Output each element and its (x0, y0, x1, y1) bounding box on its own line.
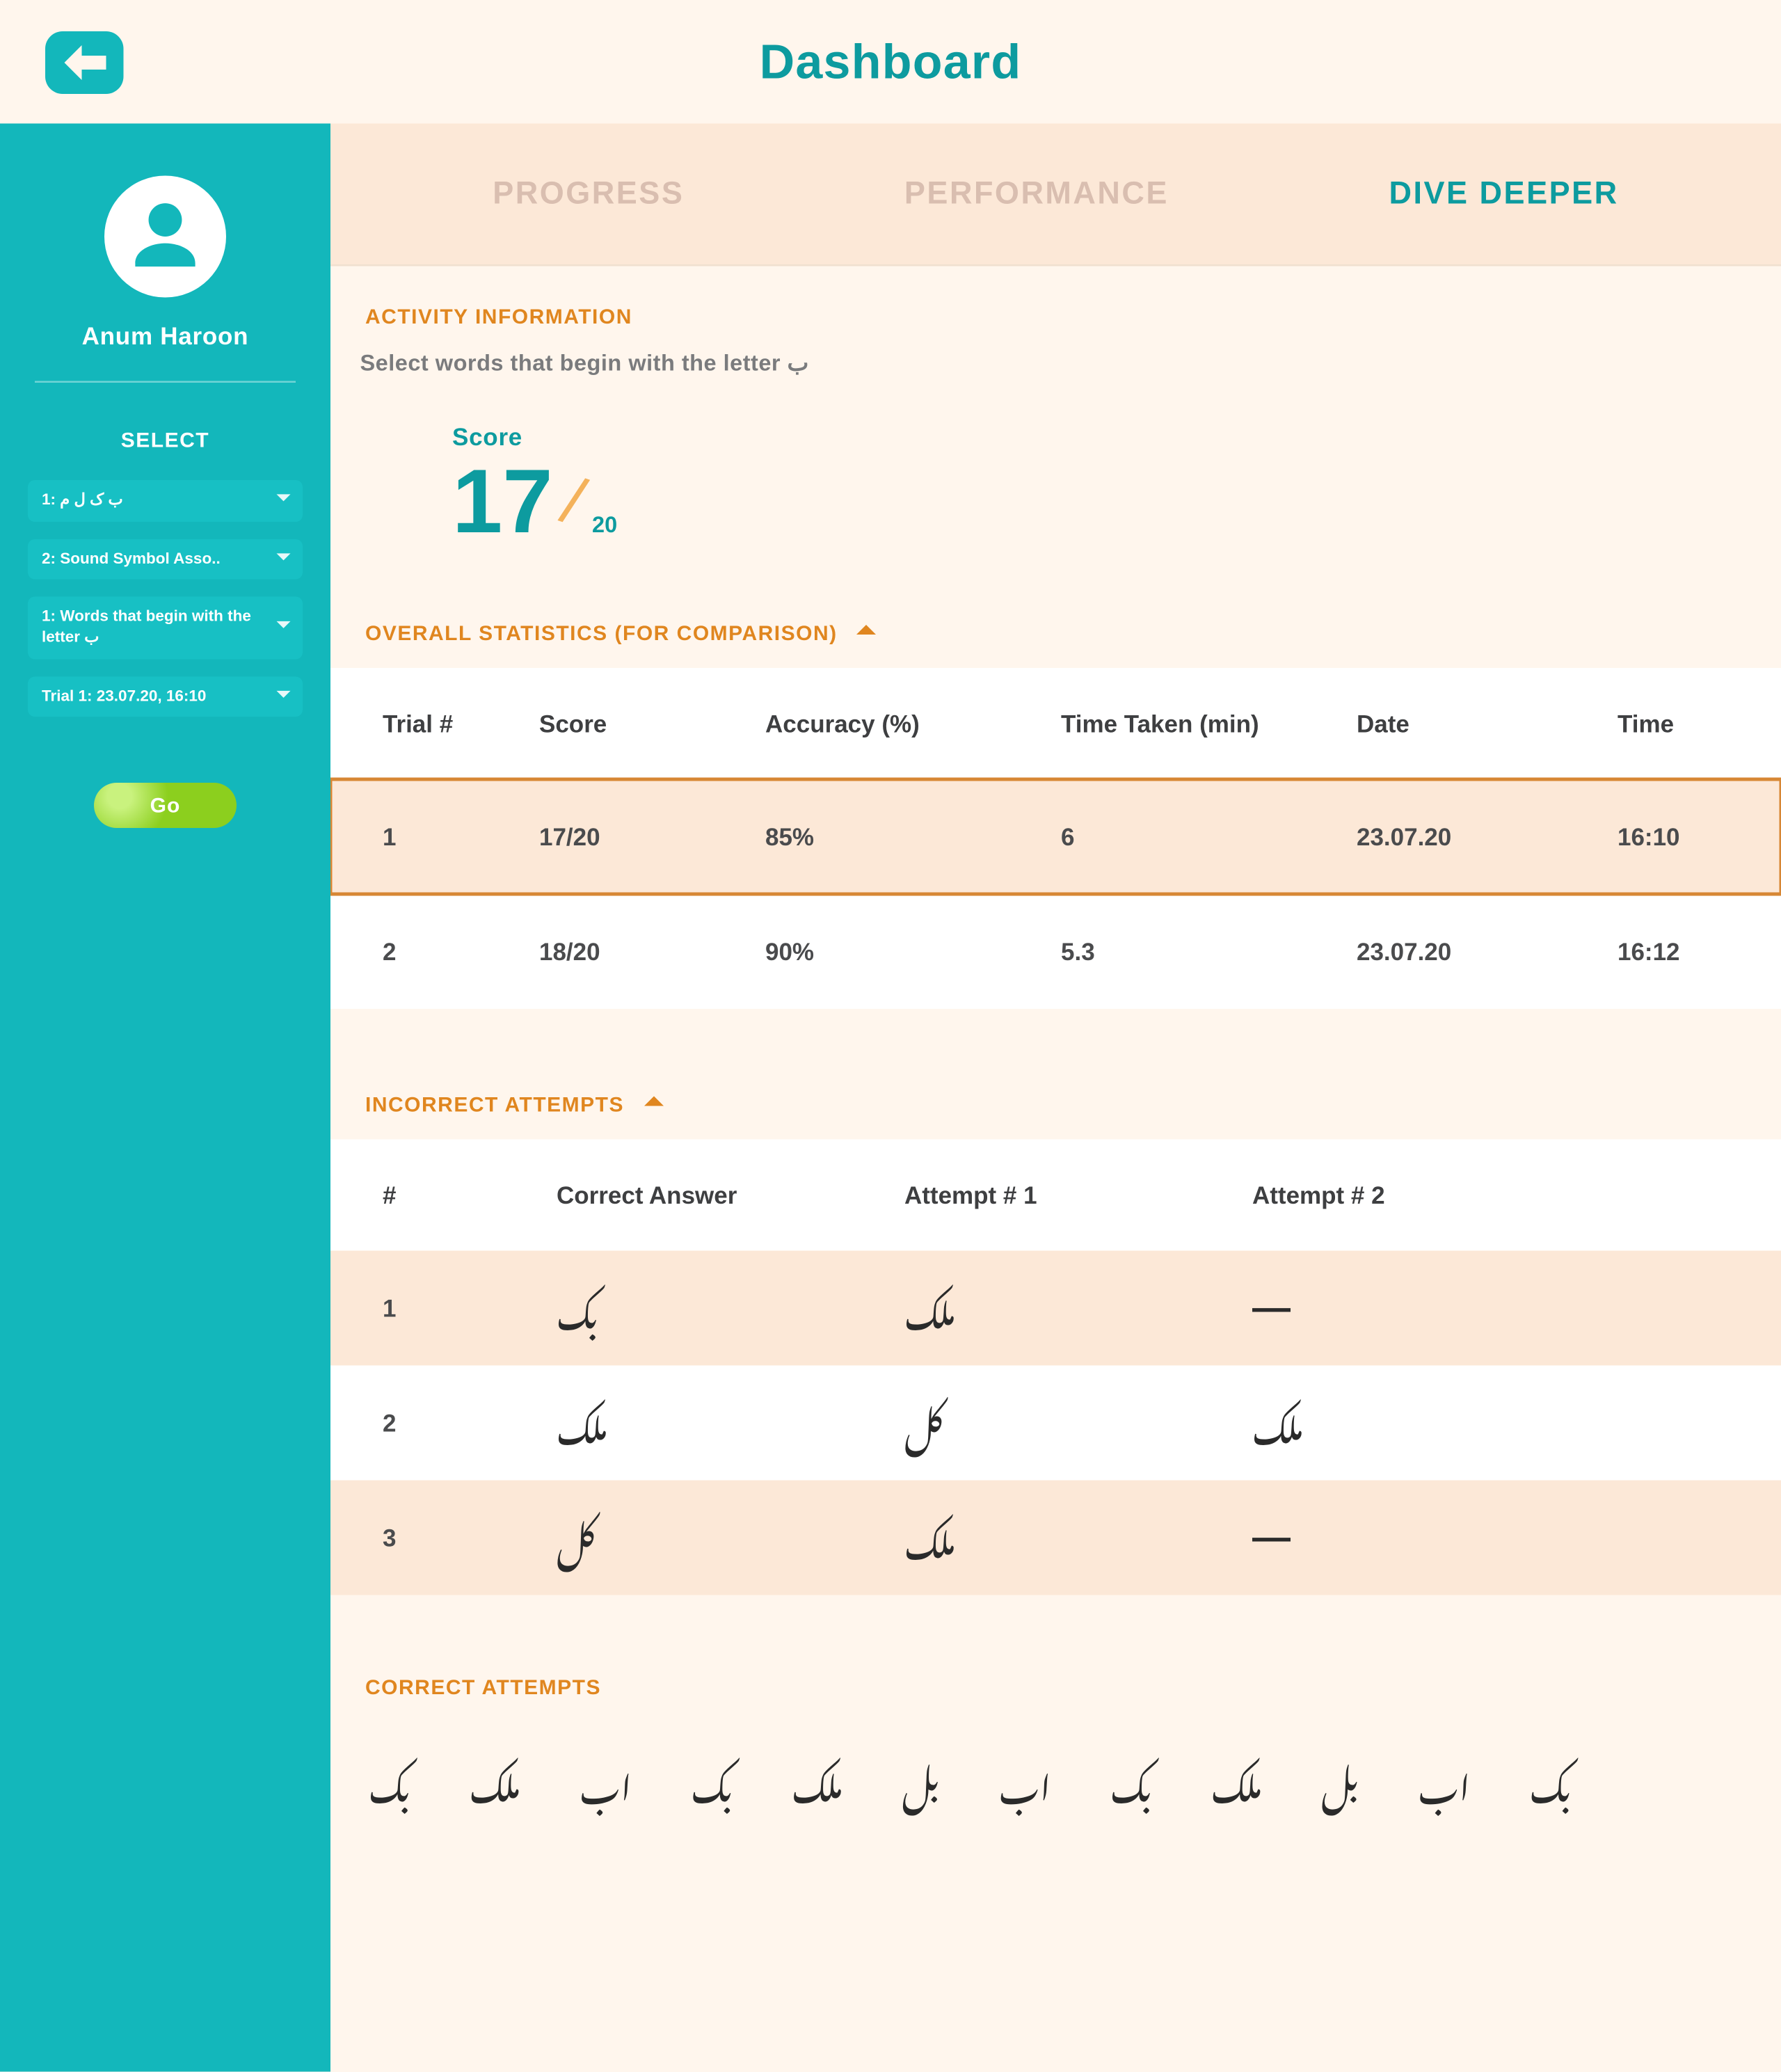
correct-word: بل (1321, 1738, 1359, 1825)
dropdown-trial-label: Trial 1: 23.07.20, 16:10 (42, 687, 206, 704)
cell: 5.3 (1061, 938, 1357, 966)
sidebar: Anum Haroon SELECT 1: ب ک ل م 2: Sound S… (0, 124, 330, 2072)
stats-row[interactable]: 1 17/20 85% 6 23.07.20 16:10 (330, 779, 1781, 894)
page-title: Dashboard (760, 34, 1022, 90)
cell: — (1252, 1515, 1600, 1561)
dropdown-level-label: 1: ب ک ل م (42, 491, 123, 508)
col-time-taken: Time Taken (min) (1061, 710, 1357, 738)
dropdown-activity-type[interactable]: 2: Sound Symbol Asso.. (28, 539, 303, 580)
correct-word: اب (1418, 1738, 1470, 1825)
col-date: Date (1357, 710, 1618, 738)
incorrect-row: 1 بک ملک — (330, 1251, 1781, 1366)
cell: 17/20 (539, 823, 765, 851)
incorrect-row: 3 کل ملک — (330, 1481, 1781, 1595)
chevron-down-icon (275, 548, 292, 571)
dropdown-activity-label: 1: Words that begin with the letter ب (42, 607, 251, 645)
tab-progress[interactable]: PROGRESS (493, 176, 684, 213)
col-n: # (383, 1181, 557, 1209)
correct-word: بک (691, 1738, 733, 1825)
cell: ملک (1252, 1380, 1600, 1467)
chevron-up-icon (855, 618, 879, 648)
cell: کل (904, 1380, 1252, 1467)
correct-word: بک (369, 1738, 410, 1825)
correct-word: بل (902, 1738, 940, 1825)
stats-table: Trial # Score Accuracy (%) Time Taken (m… (330, 668, 1781, 1009)
correct-word: اب (580, 1738, 632, 1825)
cell: 85% (765, 823, 1061, 851)
chevron-down-icon (275, 489, 292, 513)
correct-word: ملک (1211, 1738, 1262, 1825)
cell: 1 (383, 1294, 557, 1322)
chevron-down-icon (275, 685, 292, 708)
col-accuracy: Accuracy (%) (765, 710, 1061, 738)
incorrect-row: 2 ملک کل ملک (330, 1366, 1781, 1481)
score-label: Score (452, 423, 1781, 451)
main-content: PROGRESS PERFORMANCE DIVE DEEPER ACTIVIT… (330, 124, 1781, 2072)
sidebar-divider (35, 381, 296, 383)
dropdown-activity[interactable]: 1: Words that begin with the letter ب (28, 597, 303, 658)
correct-words-row: بک ملک اب بک ملک بل اب بک ملک بل اب بک (330, 1721, 1781, 1825)
chevron-up-icon (641, 1089, 666, 1119)
dropdown-trial[interactable]: Trial 1: 23.07.20, 16:10 (28, 676, 303, 717)
score-total: 20 (592, 511, 617, 538)
tab-performance[interactable]: PERFORMANCE (904, 176, 1169, 213)
section-stats-title[interactable]: OVERALL STATISTICS (FOR COMPARISON) (330, 618, 1781, 648)
correct-word: اب (999, 1738, 1051, 1825)
cell: ملک (904, 1495, 1252, 1581)
dropdown-level[interactable]: 1: ب ک ل م (28, 480, 303, 521)
cell: کل (557, 1495, 904, 1581)
cell: 6 (1061, 823, 1357, 851)
correct-word: بک (1530, 1738, 1572, 1825)
cell: — (1252, 1286, 1600, 1331)
score-value: 17 (452, 458, 553, 548)
cell: ملک (904, 1265, 1252, 1352)
section-incorrect-title[interactable]: INCORRECT ATTEMPTS (330, 1089, 1781, 1119)
incorrect-header-row: # Correct Answer Attempt # 1 Attempt # 2 (330, 1140, 1781, 1251)
tab-dive-deeper[interactable]: DIVE DEEPER (1389, 176, 1619, 213)
cell: 23.07.20 (1357, 823, 1618, 851)
tab-bar: PROGRESS PERFORMANCE DIVE DEEPER (330, 124, 1781, 266)
section-stats-label: OVERALL STATISTICS (FOR COMPARISON) (365, 620, 838, 644)
section-activity-title: ACTIVITY INFORMATION (330, 305, 1781, 329)
cell: 90% (765, 938, 1061, 966)
col-a1: Attempt # 1 (904, 1181, 1252, 1209)
select-heading: SELECT (121, 428, 209, 452)
avatar (104, 176, 226, 298)
score-slash: / (552, 465, 593, 542)
cell: 16:10 (1618, 823, 1781, 851)
incorrect-table: # Correct Answer Attempt # 1 Attempt # 2… (330, 1140, 1781, 1595)
col-correct: Correct Answer (557, 1181, 904, 1209)
stats-header-row: Trial # Score Accuracy (%) Time Taken (m… (330, 668, 1781, 779)
user-name: Anum Haroon (82, 322, 249, 350)
cell: ملک (557, 1380, 904, 1467)
cell: 16:12 (1618, 938, 1781, 966)
col-score: Score (539, 710, 765, 738)
score-block: Score 17 / 20 (330, 423, 1781, 548)
back-arrow-icon (63, 45, 105, 80)
correct-word: بک (1110, 1738, 1152, 1825)
cell: 2 (383, 938, 539, 966)
correct-word: ملک (792, 1738, 842, 1825)
go-button[interactable]: Go (94, 783, 237, 829)
cell: 18/20 (539, 938, 765, 966)
cell: 1 (383, 823, 539, 851)
col-a2: Attempt # 2 (1252, 1181, 1600, 1209)
col-time: Time (1618, 710, 1781, 738)
section-incorrect-label: INCORRECT ATTEMPTS (365, 1092, 624, 1116)
chevron-down-icon (275, 616, 292, 640)
app-header: Dashboard (0, 0, 1781, 124)
correct-word: ملک (470, 1738, 520, 1825)
avatar-icon (125, 197, 205, 277)
cell: 3 (383, 1524, 557, 1552)
activity-description: Select words that begin with the letter … (330, 350, 1781, 378)
cell: بک (557, 1265, 904, 1352)
cell: 2 (383, 1409, 557, 1437)
cell: 23.07.20 (1357, 938, 1618, 966)
col-trial: Trial # (383, 710, 539, 738)
back-button[interactable] (45, 31, 124, 94)
section-correct-title: CORRECT ATTEMPTS (330, 1675, 1781, 1700)
dropdown-activity-type-label: 2: Sound Symbol Asso.. (42, 549, 221, 566)
stats-row[interactable]: 2 18/20 90% 5.3 23.07.20 16:12 (330, 894, 1781, 1009)
